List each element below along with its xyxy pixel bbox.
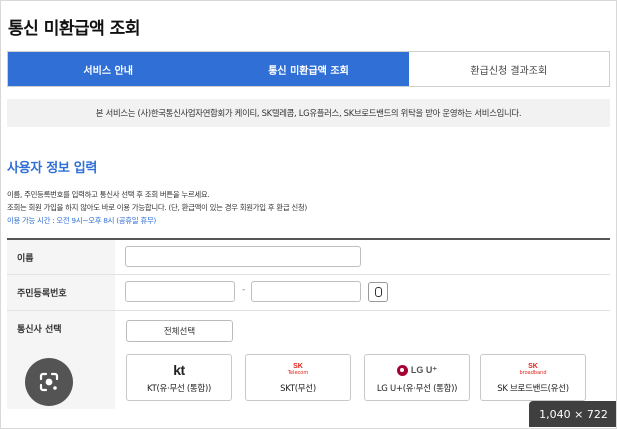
section-description: 이름, 주민등록번호를 입력하고 통신사 선택 후 조회 버튼을 누르세요. 조… <box>7 188 307 227</box>
rrn-separator: - <box>242 285 246 295</box>
rrn-second-input[interactable] <box>251 281 361 302</box>
carrier-kt[interactable]: kt KT(유·무선 (통합)) <box>126 354 232 401</box>
carrier-skb[interactable]: SK broadband SK 브로드밴드(유선) <box>480 354 586 401</box>
carrier-name: KT(유·무선 (통합)) <box>147 384 211 394</box>
keypad-button[interactable] <box>368 282 388 302</box>
section-title: 사용자 정보 입력 <box>7 161 98 176</box>
kt-logo-text: kt <box>173 362 185 378</box>
lg-circle-logo <box>396 364 408 376</box>
tab-refund-result[interactable]: 환급신청 결과조회 <box>408 52 609 86</box>
description-line: 이름, 주민등록번호를 입력하고 통신사 선택 후 조회 버튼을 누르세요. <box>7 190 210 199</box>
image-size-badge: 1,040 × 722 <box>529 401 616 427</box>
kt-logo: kt <box>173 361 185 379</box>
tab-refund-inquiry[interactable]: 통신 미환급액 조회 <box>208 52 409 86</box>
skt-logo-text: SK <box>293 363 303 370</box>
skb-logo-sub: broadband <box>519 370 547 376</box>
keypad-icon <box>374 287 382 297</box>
form-row-name: 이름 <box>7 240 610 275</box>
rrn-label: 주민등록번호 <box>7 275 115 310</box>
carrier-skt[interactable]: SK Telecom SKT(무선) <box>245 354 351 401</box>
select-all-button[interactable]: 전체선택 <box>126 320 233 342</box>
page-frame: 통신 미환급액 조회 서비스 안내 통신 미환급액 조회 환급신청 결과조회 본… <box>0 0 617 429</box>
google-lens-icon <box>39 372 59 392</box>
google-lens-button[interactable] <box>25 358 73 406</box>
name-input[interactable] <box>125 246 361 267</box>
description-line: 조회는 회원 가입을 하지 않아도 바로 이용 가능합니다. (단, 환급액이 … <box>7 203 307 212</box>
rrn-first-input[interactable] <box>125 281 235 302</box>
lgu-logo-text: LG U⁺ <box>410 364 438 375</box>
tab-service-info[interactable]: 서비스 안내 <box>8 52 209 86</box>
skb-logo-text: SK <box>528 363 538 370</box>
name-label: 이름 <box>7 240 115 274</box>
tab-bar: 서비스 안내 통신 미환급액 조회 환급신청 결과조회 <box>7 51 610 87</box>
user-info-form: 이름 주민등록번호 - 통신사 선택 전체선택 kt KT(유·무선 (통합))… <box>7 238 610 409</box>
page-title: 통신 미환급액 조회 <box>8 19 140 39</box>
lgu-logo: LG U⁺ <box>396 361 438 379</box>
form-row-rrn: 주민등록번호 - <box>7 275 610 311</box>
carrier-name: SK 브로드밴드(유선) <box>497 384 569 394</box>
skt-logo-sub: Telecom <box>287 370 309 376</box>
carrier-name: LG U+(유·무선 (통합)) <box>376 384 458 394</box>
form-row-carrier: 통신사 선택 전체선택 kt KT(유·무선 (통합)) SK Telecom <box>7 311 610 409</box>
carrier-name: SKT(무선) <box>280 384 316 394</box>
service-hours: 이용 가능 시간 : 오전 9시~오후 8시 (공휴일 휴무) <box>7 216 156 225</box>
notice-text: 본 서비스는 (사)한국통신사업자연합회가 케이티, SK텔레콤, LG유플러스… <box>95 108 522 118</box>
skt-logo: SK Telecom <box>288 361 308 379</box>
carrier-lgu[interactable]: LG U⁺ LG U+(유·무선 (통합)) <box>364 354 470 401</box>
skb-logo: SK broadband <box>520 361 547 379</box>
notice-banner: 본 서비스는 (사)한국통신사업자연합회가 케이티, SK텔레콤, LG유플러스… <box>7 99 610 127</box>
